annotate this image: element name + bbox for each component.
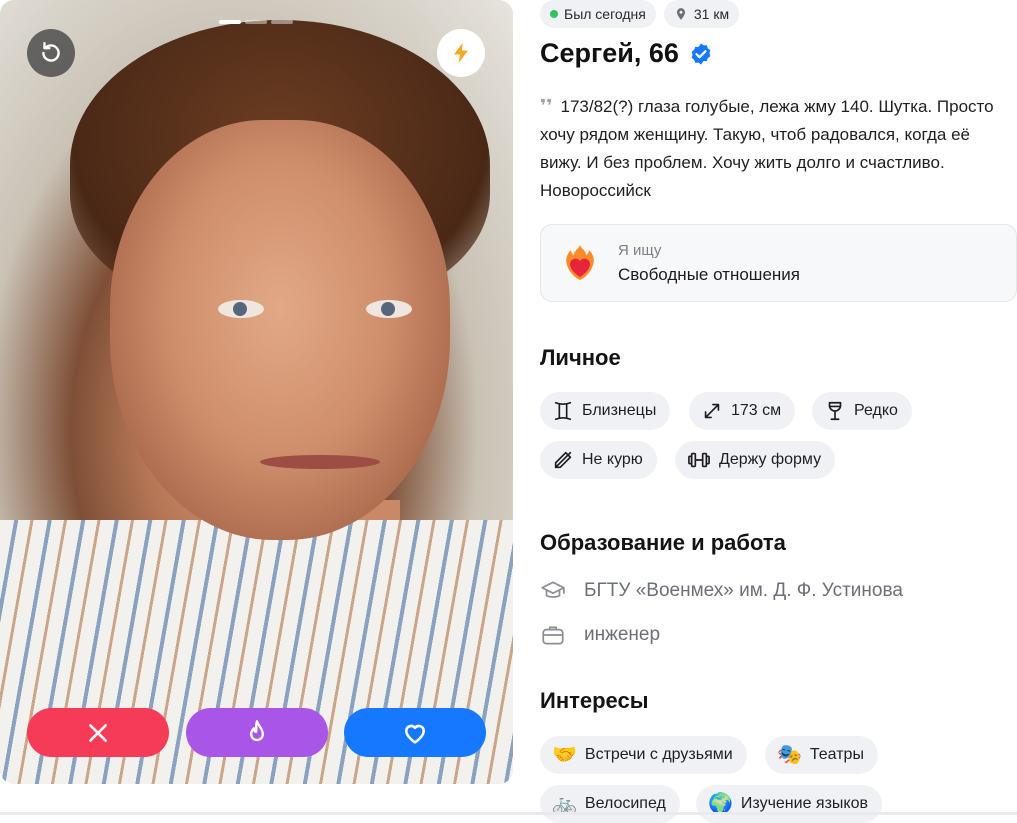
burning-heart-icon <box>566 245 594 280</box>
profile-name: Сергей, 66 <box>540 38 679 68</box>
education-section-title: Образование и работа <box>540 530 786 555</box>
chip-label: Близнецы <box>582 402 657 419</box>
chip-label: Велосипед <box>584 795 666 812</box>
personal-section-title: Личное <box>540 345 621 370</box>
interest-chip-bicycle: 🚲 Велосипед <box>540 785 680 823</box>
photo-pager-dot[interactable] <box>271 20 293 24</box>
wine-glass-icon <box>828 401 842 421</box>
distance-badge: 31 км <box>663 0 740 28</box>
education-row: БГТУ «Военмех» им. Д. Ф. Устинова <box>540 578 903 604</box>
job-text: инженер <box>584 624 661 645</box>
quote-icon: ❜❜ <box>540 96 553 116</box>
chip-label: 173 см <box>731 402 782 419</box>
briefcase-icon <box>542 626 564 645</box>
chip-label: Театры <box>809 746 864 763</box>
chip-smoking: Не курю <box>540 441 657 479</box>
photo-pager-dot[interactable] <box>219 20 241 24</box>
dislike-button[interactable] <box>27 708 169 757</box>
photo-eye-left <box>218 300 264 318</box>
gemini-icon <box>554 401 572 421</box>
chip-height: 173 см <box>689 392 796 430</box>
chip-label: Редко <box>854 402 898 419</box>
profile-photo[interactable] <box>0 0 513 784</box>
close-icon <box>89 723 107 742</box>
heart-icon <box>404 724 426 744</box>
job-row: инженер <box>540 622 660 648</box>
interest-chip-theatre: 🎭 Театры <box>765 736 878 774</box>
photo-pager-dot[interactable] <box>245 20 267 24</box>
no-smoking-icon <box>554 451 572 469</box>
undo-button[interactable] <box>27 29 75 77</box>
photo-mouth <box>260 455 380 469</box>
chip-label: Не курю <box>582 451 643 468</box>
graduation-cap-icon <box>541 581 565 598</box>
interests-section-title: Интересы <box>540 688 649 713</box>
interest-chip-friends: 🤝 Встречи с друзьями <box>540 736 747 774</box>
flame-icon <box>250 719 264 741</box>
online-dot <box>550 10 558 18</box>
distance-text: 31 км <box>693 6 730 22</box>
looking-for-label: Я ищу <box>618 242 662 259</box>
dumbbell-icon <box>688 452 710 468</box>
bicycle-icon: 🚲 <box>552 793 577 815</box>
chip-label: Изучение языков <box>740 795 868 812</box>
photo-eye-right <box>366 300 412 318</box>
photo-pager <box>219 20 293 24</box>
boost-button[interactable] <box>437 29 485 77</box>
chip-label: Встречи с друзьями <box>584 746 733 763</box>
photo-face <box>110 120 450 540</box>
verified-icon <box>691 43 711 64</box>
education-text: БГТУ «Военмех» им. Д. Ф. Устинова <box>584 580 903 601</box>
name-row: Сергей, 66 <box>540 38 713 69</box>
looking-for-value: Свободные отношения <box>618 265 800 284</box>
last-seen-text: Был сегодня <box>564 6 646 22</box>
chip-label: Держу форму <box>719 451 822 468</box>
theatre-masks-icon: 🎭 <box>777 744 802 766</box>
chip-alcohol: Редко <box>812 392 912 430</box>
height-icon <box>704 403 720 419</box>
chip-zodiac: Близнецы <box>540 392 671 430</box>
superlike-button[interactable] <box>186 708 328 757</box>
undo-icon <box>42 42 60 62</box>
like-button[interactable] <box>344 708 486 757</box>
status-row: Был сегодня 31 км <box>540 0 740 28</box>
looking-for-card: Я ищу Свободные отношения <box>540 224 1017 302</box>
globe-icon: 🌍 <box>708 793 733 815</box>
bio-text: 173/82(?) глаза голубые, лежа жму 140. Ш… <box>540 97 994 200</box>
interest-chip-languages: 🌍 Изучение языков <box>696 785 882 823</box>
last-seen-badge: Был сегодня <box>540 0 656 28</box>
handshake-icon: 🤝 <box>552 744 577 766</box>
chip-fitness: Держу форму <box>675 441 836 479</box>
lightning-icon <box>454 43 468 63</box>
location-pin-icon <box>676 8 685 20</box>
profile-bio: ❜❜ 173/82(?) глаза голубые, лежа жму 140.… <box>540 92 1000 205</box>
